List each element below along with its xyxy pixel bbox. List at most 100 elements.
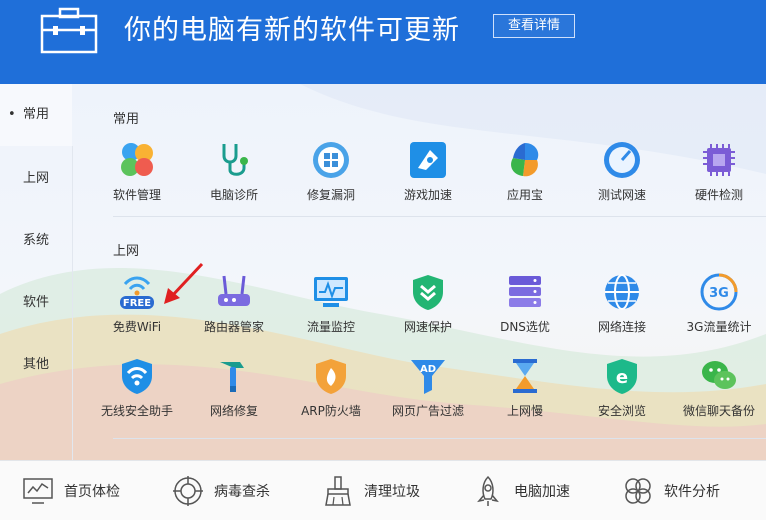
tool-label: 网络修复 bbox=[209, 404, 258, 418]
tool-label: 修复漏洞 bbox=[306, 188, 355, 202]
sidebar-item-label: 软件 bbox=[22, 295, 49, 310]
red-arrow-annotation bbox=[164, 262, 204, 304]
rocket-icon bbox=[477, 475, 499, 506]
tool-label: 网页广告过滤 bbox=[391, 404, 464, 418]
tool-label: 3G流量统计 bbox=[686, 320, 752, 334]
wechat-icon bbox=[702, 361, 736, 389]
shield-speed-icon bbox=[413, 275, 443, 310]
globe-icon bbox=[605, 274, 639, 310]
sidebar-item-common[interactable]: • 常用 bbox=[0, 84, 72, 146]
tool-slow-internet[interactable]: 上网慢 bbox=[480, 356, 570, 432]
tool-label: 测试网速 bbox=[597, 188, 646, 202]
sidebar-item-label: 系统 bbox=[22, 233, 49, 248]
active-bullet: • bbox=[8, 107, 16, 122]
stethoscope-icon bbox=[222, 144, 248, 176]
tool-3g-traffic-stats[interactable]: 3G 3G流量统计 bbox=[674, 272, 764, 348]
tool-speed-test[interactable]: 测试网速 bbox=[577, 140, 667, 216]
nav-virus-scan[interactable]: 病毒查杀 bbox=[172, 461, 270, 520]
firewall-icon bbox=[316, 359, 346, 394]
tool-label: 应用宝 bbox=[506, 188, 543, 202]
chip-icon bbox=[703, 144, 735, 176]
broom-icon bbox=[325, 475, 351, 506]
pinwheel-icon bbox=[625, 477, 651, 504]
nav-label: 首页体检 bbox=[64, 483, 120, 500]
svg-text:e: e bbox=[616, 367, 628, 388]
nav-software-analysis[interactable]: 软件分析 bbox=[622, 461, 720, 520]
nav-label: 电脑加速 bbox=[514, 483, 570, 500]
tool-label: 微信聊天备份 bbox=[682, 404, 755, 418]
tool-dns-optimize[interactable]: DNS选优 bbox=[480, 272, 570, 348]
update-notice-title: 你的电脑有新的软件可更新 bbox=[124, 15, 460, 46]
dns-server-icon bbox=[509, 276, 541, 307]
tool-label: ARP防火墙 bbox=[301, 404, 361, 418]
crosshair-icon bbox=[173, 475, 203, 506]
tool-hardware-check[interactable]: 硬件检测 bbox=[674, 140, 764, 216]
tool-label: 安全浏览 bbox=[597, 404, 646, 418]
free-wifi-icon: FREE bbox=[120, 276, 154, 309]
tool-label: 电脑诊所 bbox=[209, 188, 258, 202]
tool-game-boost[interactable]: 游戏加速 bbox=[383, 140, 473, 216]
section-title-common: 常用 bbox=[113, 112, 140, 127]
toolbox-icon bbox=[40, 7, 98, 54]
bottom-nav: 首页体检 病毒查杀 清理垃圾 电脑加速 软件分析 bbox=[0, 460, 766, 520]
nav-pc-boost[interactable]: 电脑加速 bbox=[472, 461, 570, 520]
nav-clean-junk[interactable]: 清理垃圾 bbox=[322, 461, 420, 520]
tool-pc-clinic[interactable]: 电脑诊所 bbox=[189, 140, 279, 216]
monitor-chart-icon bbox=[23, 477, 53, 504]
tool-label: 路由器管家 bbox=[203, 320, 264, 334]
tool-traffic-monitor[interactable]: 流量监控 bbox=[286, 272, 376, 348]
ad-filter-icon: AD bbox=[411, 360, 445, 394]
sidebar-item-label: 常用 bbox=[22, 107, 49, 122]
tool-network-repair[interactable]: 网络修复 bbox=[189, 356, 279, 432]
sidebar-item-label: 上网 bbox=[22, 171, 49, 186]
tool-label: 游戏加速 bbox=[403, 188, 452, 202]
tool-label: 网络连接 bbox=[597, 320, 646, 334]
nav-home-checkup[interactable]: 首页体检 bbox=[22, 461, 120, 520]
tool-label: 硬件检测 bbox=[694, 188, 743, 202]
tool-label: 免费WiFi bbox=[112, 320, 162, 334]
tool-network-connect[interactable]: 网络连接 bbox=[577, 272, 667, 348]
top-banner: 你的电脑有新的软件可更新 查看详情 bbox=[0, 0, 766, 84]
tool-label: 无线安全助手 bbox=[100, 404, 173, 418]
traffic-monitor-icon bbox=[314, 277, 348, 307]
nav-label: 病毒查杀 bbox=[214, 483, 270, 500]
section-title-internet: 上网 bbox=[113, 244, 140, 259]
section-divider bbox=[113, 438, 766, 439]
3g-icon: 3G bbox=[700, 273, 738, 311]
app-store-icon bbox=[511, 143, 539, 177]
category-sidebar: • 常用 上网 系统 软件 其他 bbox=[0, 84, 72, 460]
tool-software-manager[interactable]: 软件管理 bbox=[92, 140, 182, 216]
tool-arp-firewall[interactable]: ARP防火墙 bbox=[286, 356, 376, 432]
tool-safe-browse[interactable]: e 安全浏览 bbox=[577, 356, 667, 432]
tool-wechat-backup[interactable]: 微信聊天备份 bbox=[674, 356, 764, 432]
sidebar-item-other[interactable]: 其他 bbox=[0, 334, 72, 396]
software-manager-icon bbox=[121, 143, 153, 176]
section-divider bbox=[113, 216, 766, 217]
wifi-shield-icon bbox=[122, 359, 152, 394]
repair-patch-icon bbox=[313, 142, 349, 178]
sidebar-item-internet[interactable]: 上网 bbox=[0, 148, 72, 210]
nav-label: 清理垃圾 bbox=[364, 483, 420, 500]
tool-app-store[interactable]: 应用宝 bbox=[480, 140, 570, 216]
tool-web-ad-filter[interactable]: AD 网页广告过滤 bbox=[383, 356, 473, 432]
safe-browser-icon: e bbox=[607, 359, 637, 394]
svg-text:FREE: FREE bbox=[123, 298, 151, 309]
tool-label: 上网慢 bbox=[506, 404, 543, 418]
tool-fix-vulnerability[interactable]: 修复漏洞 bbox=[286, 140, 376, 216]
sidebar-item-software[interactable]: 软件 bbox=[0, 272, 72, 334]
sidebar-item-system[interactable]: 系统 bbox=[0, 210, 72, 272]
svg-text:3G: 3G bbox=[709, 286, 729, 301]
sidebar-item-label: 其他 bbox=[22, 357, 49, 372]
game-boost-icon bbox=[410, 142, 446, 178]
tool-label: 软件管理 bbox=[112, 188, 161, 202]
tool-speed-protect[interactable]: 网速保护 bbox=[383, 272, 473, 348]
router-icon bbox=[218, 275, 250, 306]
sidebar-divider bbox=[72, 146, 73, 460]
tool-label: DNS选优 bbox=[500, 320, 550, 334]
hourglass-icon bbox=[513, 359, 537, 393]
tool-label: 流量监控 bbox=[306, 320, 355, 334]
tool-label: 网速保护 bbox=[403, 320, 452, 334]
view-details-button[interactable]: 查看详情 bbox=[493, 14, 575, 38]
speedometer-icon bbox=[604, 142, 640, 178]
tool-wireless-security[interactable]: 无线安全助手 bbox=[92, 356, 182, 432]
